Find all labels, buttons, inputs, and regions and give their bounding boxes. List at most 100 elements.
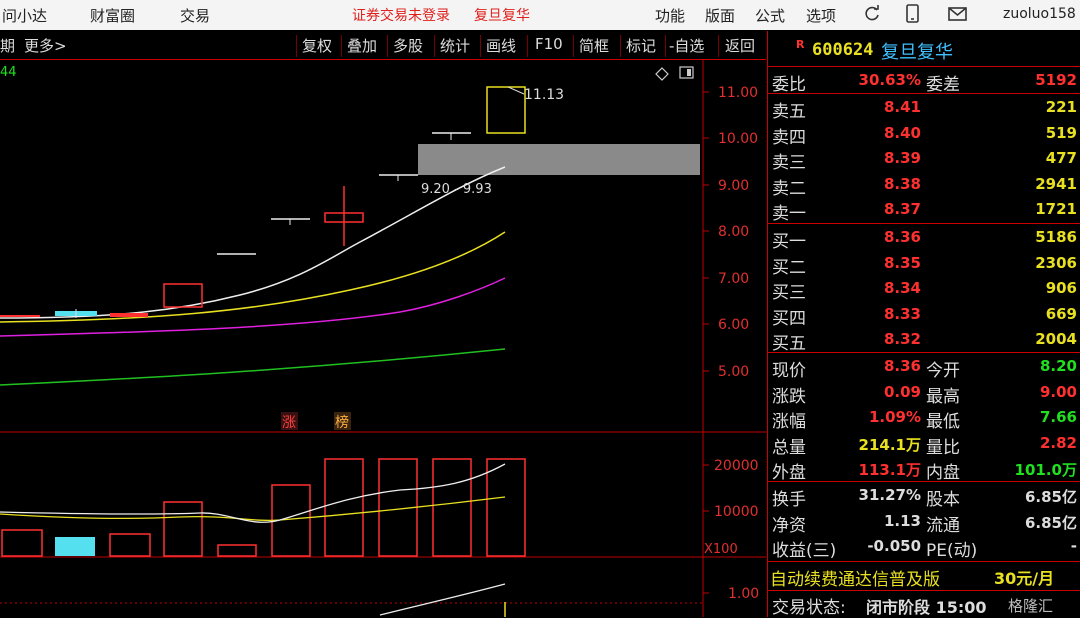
jiankuang-button[interactable]: 简框 [579,35,609,57]
bid-volume: 5186 [1035,228,1077,246]
kline-chart[interactable]: 11.00 10.00 9.00 8.00 7.00 6.00 5.00 200… [0,60,767,617]
indicator-line [379,583,506,616]
zhang-tag[interactable]: 涨 [282,415,296,431]
window-icon[interactable] [679,66,694,79]
bid-label: 买二 [772,257,806,278]
stat-label: 涨幅 [772,412,806,432]
price-tick: 11.00 [718,85,758,101]
stat-row[interactable]: 收益(三) -0.050 PE(动) - [768,534,1080,561]
stat-label: 内盘 [926,463,960,483]
bid-row[interactable]: 买四 8.33 669 [768,302,1080,329]
ask-row[interactable]: 卖三 8.39 477 [768,146,1080,173]
mail-icon[interactable] [948,5,968,27]
period-tab-fragment[interactable]: 期 [0,35,15,57]
stat-label: 收益(三) [772,541,837,561]
username[interactable]: zuoluo158 [1003,6,1076,22]
price-tick: 10.00 [718,131,758,147]
top-menu-bar: 问小达 财富圈 交易 证券交易未登录 复旦复华 功能 版面 公式 选项 zuol… [0,0,1080,30]
menu-wenxiaoda[interactable]: 问小达 [2,5,47,26]
trade-status-row: 交易状态: 闭市阶段 15:00 格隆汇 [768,591,1080,618]
menu-caifuquan[interactable]: 财富圈 [90,5,135,26]
ask-label: 卖一 [772,204,806,224]
stat-value: 2.82 [1039,433,1077,452]
weibi-label: 委比 [772,75,806,95]
bid-price: 8.35 [883,253,921,272]
diejia-button[interactable]: 叠加 [347,35,377,57]
bid-row[interactable]: 买三 8.34 906 [768,276,1080,303]
ask-label: 卖五 [772,102,806,122]
stat-row[interactable]: 总量 214.1万 量比 2.82 [768,431,1080,458]
more-button[interactable]: 更多> [24,35,67,57]
stat-row[interactable]: 涨跌 0.09 最高 9.00 [768,380,1080,407]
phone-icon[interactable] [905,4,921,28]
weicha-label: 委差 [926,75,960,95]
menu-gongshi[interactable]: 公式 [755,5,785,26]
bid-row[interactable]: 买五 8.32 2004 [768,327,1080,354]
ask-label: 卖二 [772,178,806,199]
promo-text[interactable]: 自动续费通达信普及版 [770,565,940,590]
huaxian-button[interactable]: 画线 [486,35,516,57]
stat-label: 量比 [926,437,960,458]
stat-value: - [1070,537,1077,555]
menu-gongneng[interactable]: 功能 [655,5,685,26]
vol-ma-yellow [0,496,506,521]
price-tick: 7.00 [718,271,749,287]
stat-label: 总量 [772,437,806,458]
stat-label: 涨跌 [772,386,806,407]
bid-price: 8.32 [883,330,921,348]
stat-label: 最高 [926,386,960,407]
stat-row[interactable]: 外盘 113.1万 内盘 101.0万 [768,456,1080,483]
menu-xuanxiang[interactable]: 选项 [806,5,836,26]
tongji-button[interactable]: 统计 [440,35,470,57]
stat-label: 净资 [772,515,806,536]
price-tick: 6.00 [718,317,749,333]
ma-yellow-line [0,231,506,323]
stat-value: 31.27% [858,486,921,504]
stat-row[interactable]: 涨幅 1.09% 最低 7.66 [768,405,1080,432]
corner-value: 44 [0,65,17,80]
volume-tick: 10000 [714,504,759,520]
stat-label: 今开 [926,361,960,381]
ask-row[interactable]: 卖五 8.41 221 [768,95,1080,122]
bid-row[interactable]: 买二 8.35 2306 [768,251,1080,278]
duogu-button[interactable]: 多股 [393,35,423,57]
bid-label: 买五 [772,334,806,354]
f10-button[interactable]: F10 [535,35,563,57]
fuquan-button[interactable]: 复权 [302,35,332,57]
diamond-icon[interactable] [655,67,669,81]
menu-banmian[interactable]: 版面 [705,5,735,26]
promo-price[interactable]: 30元/月 [994,565,1054,589]
stock-header: R 600624 复旦复华 [768,34,1080,64]
stat-row[interactable]: 净资 1.13 流通 6.85亿 [768,509,1080,536]
stat-row[interactable]: 换手 31.27% 股本 6.85亿 [768,483,1080,510]
refresh-icon[interactable] [862,4,882,28]
stat-value: 101.0万 [1014,461,1077,479]
stat-value: 8.36 [883,357,921,375]
stat-label: 流通 [926,515,960,536]
promo-row[interactable]: 自动续费通达信普及版 30元/月 [768,563,1080,590]
chart-toolbar: 期 更多> 复权 叠加 多股 统计 画线 F10 简框 标记 -自选 返回 [0,31,766,60]
ask-row[interactable]: 卖一 8.37 1721 [768,197,1080,224]
stat-value: 214.1万 [858,435,921,454]
stat-value: 6.85亿 [1024,488,1077,506]
biaoji-button[interactable]: 标记 [626,35,656,57]
stat-value: 113.1万 [858,461,921,479]
zixuan-button[interactable]: -自选 [669,35,704,57]
stat-row[interactable]: 现价 8.36 今开 8.20 [768,354,1080,381]
weibi-value: 30.63% [858,71,921,89]
bid-row[interactable]: 买一 8.36 5186 [768,225,1080,252]
ask-row[interactable]: 卖四 8.40 519 [768,121,1080,148]
stat-label: 换手 [772,490,806,510]
weicha-value: 5192 [1035,71,1077,89]
candles [0,86,526,318]
ask-volume: 2941 [1035,174,1077,193]
ask-price: 8.41 [883,98,921,116]
stat-value: 1.13 [883,511,921,530]
menu-jiaoyi[interactable]: 交易 [180,5,210,26]
back-button[interactable]: 返回 [725,35,755,57]
high-price-label: 11.13 [524,87,564,103]
stock-name: 复旦复华 [881,42,953,63]
login-status[interactable]: 证券交易未登录 [352,5,450,25]
ask-row[interactable]: 卖二 8.38 2941 [768,172,1080,199]
bang-tag[interactable]: 榜 [335,414,349,431]
